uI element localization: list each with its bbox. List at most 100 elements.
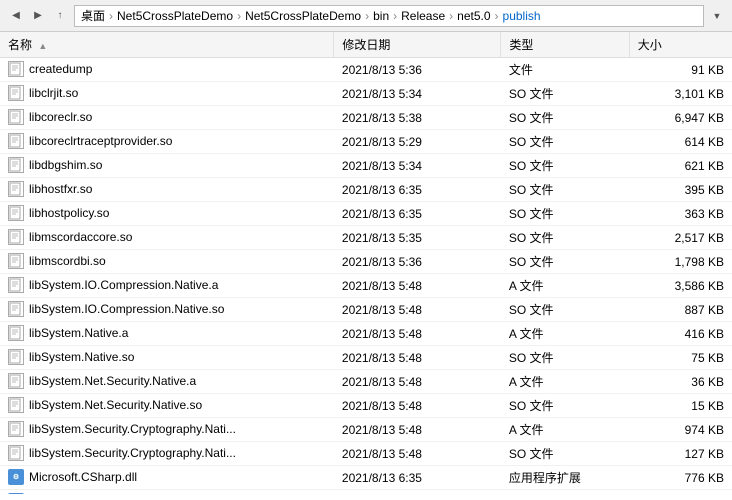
table-row[interactable]: libcoreclr.so2021/8/13 5:38SO 文件6,947 KB	[0, 106, 732, 130]
table-row[interactable]: createdump2021/8/13 5:36文件91 KB	[0, 58, 732, 82]
file-name-text: libSystem.IO.Compression.Native.so	[29, 302, 224, 316]
file-type-cell: A 文件	[501, 322, 629, 346]
file-name-cell: libclrjit.so	[0, 82, 260, 104]
file-type-cell: SO 文件	[501, 82, 629, 106]
file-type-cell: SO 文件	[501, 202, 629, 226]
file-date-cell: 2021/8/13 5:48	[334, 370, 501, 394]
file-size-cell: 75 KB	[629, 346, 732, 370]
file-type-cell: SO 文件	[501, 442, 629, 466]
breadcrumb-separator: ›	[365, 9, 369, 23]
file-size-cell: 776 KB	[629, 466, 732, 490]
table-row[interactable]: libSystem.Native.so2021/8/13 5:48SO 文件75…	[0, 346, 732, 370]
file-icon	[8, 349, 24, 365]
file-date-cell: 2021/8/13 6:35	[334, 202, 501, 226]
file-icon	[8, 253, 24, 269]
file-name-text: libclrjit.so	[29, 86, 78, 100]
breadcrumb-item[interactable]: Release	[401, 9, 445, 23]
table-row[interactable]: libSystem.Net.Security.Native.a 2021/8/13…	[0, 370, 732, 394]
header-name[interactable]: 名称 ▲	[0, 32, 334, 58]
sort-arrow-name: ▲	[38, 41, 47, 51]
file-size-cell: 2,517 KB	[629, 226, 732, 250]
file-date-cell: 2021/8/13 5:48	[334, 418, 501, 442]
header-size[interactable]: 大小	[629, 32, 732, 58]
file-size-cell: 6,947 KB	[629, 106, 732, 130]
header-type[interactable]: 类型	[501, 32, 629, 58]
file-size-cell: 1,798 KB	[629, 250, 732, 274]
breadcrumb-separator: ›	[109, 9, 113, 23]
breadcrumb-item[interactable]: Net5CrossPlateDemo	[117, 9, 233, 23]
file-name-cell: createdump	[0, 58, 260, 80]
file-name-cell: libcoreclrtraceptprovider.so	[0, 130, 260, 152]
table-row[interactable]: libhostfxr.so2021/8/13 6:35SO 文件395 KB	[0, 178, 732, 202]
file-type-cell: SO 文件	[501, 298, 629, 322]
file-name-cell: libSystem.Net.Security.Native.a	[0, 370, 260, 392]
table-row[interactable]: libhostpolicy.so2021/8/13 6:35SO 文件363 K…	[0, 202, 732, 226]
file-icon	[8, 373, 24, 389]
breadcrumb-item[interactable]: net5.0	[457, 9, 490, 23]
table-row[interactable]: libdbgshim.so 2021/8/13 5:34SO 文件621 KB	[0, 154, 732, 178]
forward-button[interactable]: ▶	[28, 6, 48, 26]
table-row[interactable]: libSystem.IO.Compression.Native.a2021/8/…	[0, 274, 732, 298]
file-type-cell: SO 文件	[501, 154, 629, 178]
table-row[interactable]: libSystem.Security.Cryptography.Nati... 2…	[0, 418, 732, 442]
file-list-area: 名称 ▲ 修改日期 类型 大小 createdump2021/8/13 5:36…	[0, 32, 732, 494]
file-date-cell: 2021/8/13 5:34	[334, 154, 501, 178]
table-row[interactable]: libSystem.IO.Compression.Native.so 2021/8…	[0, 298, 732, 322]
breadcrumb[interactable]: 桌面 › Net5CrossPlateDemo › Net5CrossPlateDemo…	[74, 5, 704, 27]
file-name-text: libhostfxr.so	[29, 182, 92, 196]
file-icon	[8, 181, 24, 197]
file-icon	[8, 397, 24, 413]
file-icon	[8, 325, 24, 341]
file-size-cell: 15 KB	[629, 394, 732, 418]
file-name-text: libSystem.Security.Cryptography.Nati...	[29, 446, 236, 460]
file-type-cell: 应用程序扩展	[501, 466, 629, 490]
application-icon: ⚙	[8, 469, 24, 485]
up-button[interactable]: ↑	[50, 6, 70, 26]
file-icon	[8, 205, 24, 221]
file-name-text: libhostpolicy.so	[29, 206, 109, 220]
table-row[interactable]: libSystem.Security.Cryptography.Nati... 2…	[0, 442, 732, 466]
header-date[interactable]: 修改日期	[334, 32, 501, 58]
file-name-cell: libmscordbi.so	[0, 250, 260, 272]
table-row[interactable]: libSystem.Net.Security.Native.so2021/8/1…	[0, 394, 732, 418]
dropdown-button[interactable]: ▼	[708, 7, 726, 25]
breadcrumb-separator: ›	[449, 9, 453, 23]
file-icon	[8, 61, 24, 77]
back-button[interactable]: ◀	[6, 6, 26, 26]
table-row[interactable]: libmscordbi.so2021/8/13 5:36SO 文件1,798 K…	[0, 250, 732, 274]
breadcrumb-item[interactable]: bin	[373, 9, 389, 23]
table-header: 名称 ▲ 修改日期 类型 大小	[0, 32, 732, 58]
file-type-cell: A 文件	[501, 274, 629, 298]
file-name-text: libmscordaccore.so	[29, 230, 132, 244]
file-list-body: createdump2021/8/13 5:36文件91 KBlibclrjit…	[0, 58, 732, 495]
file-type-cell: SO 文件	[501, 130, 629, 154]
file-date-cell: 2021/8/13 5:48	[334, 442, 501, 466]
breadcrumb-item[interactable]: Net5CrossPlateDemo	[245, 9, 361, 23]
table-row[interactable]: libclrjit.so2021/8/13 5:34SO 文件3,101 KB	[0, 82, 732, 106]
file-type-cell: A 文件	[501, 370, 629, 394]
application-icon: ⚙	[8, 493, 24, 494]
file-size-cell: 127 KB	[629, 442, 732, 466]
file-date-cell: 2021/8/13 5:48	[334, 298, 501, 322]
file-size-cell: 621 KB	[629, 154, 732, 178]
file-size-cell: 395 KB	[629, 178, 732, 202]
table-row[interactable]: ⚙Microsoft.VisualBasic.Core.dll2021/8/13…	[0, 490, 732, 495]
file-size-cell: 3,101 KB	[629, 82, 732, 106]
file-name-cell: libdbgshim.so	[0, 154, 260, 176]
file-icon	[8, 157, 24, 173]
file-icon	[8, 229, 24, 245]
file-icon	[8, 85, 24, 101]
table-row[interactable]: ⚙Microsoft.CSharp.dll2021/8/13 6:35应用程序扩…	[0, 466, 732, 490]
file-name-text: createdump	[29, 62, 92, 76]
file-name-cell: libmscordaccore.so	[0, 226, 260, 248]
table-row[interactable]: libSystem.Native.a2021/8/13 5:48A 文件416 …	[0, 322, 732, 346]
breadcrumb-item[interactable]: publish	[503, 9, 541, 23]
breadcrumb-separator: ›	[237, 9, 241, 23]
table-row[interactable]: libmscordaccore.so2021/8/13 5:35SO 文件2,5…	[0, 226, 732, 250]
file-name-text: libSystem.Security.Cryptography.Nati...	[29, 422, 236, 436]
file-date-cell: 2021/8/13 5:36	[334, 250, 501, 274]
file-name-cell: libSystem.IO.Compression.Native.so	[0, 298, 260, 320]
breadcrumb-item[interactable]: 桌面	[81, 7, 105, 24]
table-row[interactable]: libcoreclrtraceptprovider.so2021/8/13 5:…	[0, 130, 732, 154]
file-icon	[8, 445, 24, 461]
